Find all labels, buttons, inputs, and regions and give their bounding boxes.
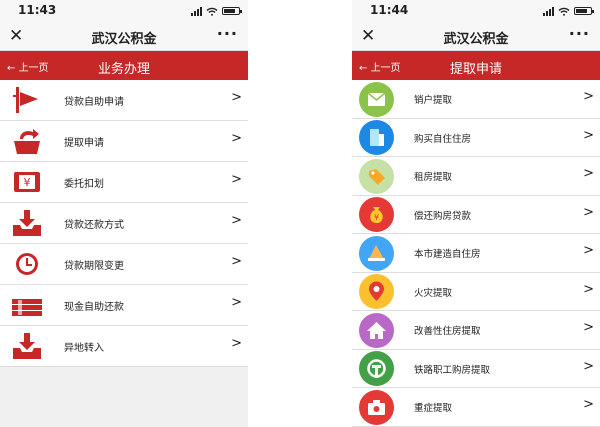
chevron-right-icon: > [583, 127, 594, 143]
menu-item-label: 租房提取 [414, 172, 453, 183]
flag-icon [13, 87, 38, 113]
menu-item-withdraw-apply[interactable]: 提取申请 > [0, 121, 248, 162]
menu-item-repay-method[interactable]: 贷款还款方式 > [0, 203, 248, 244]
construction-icon [359, 235, 394, 271]
clock-icon [16, 253, 38, 275]
menu-item-label: 铁路职工购房提取 [414, 364, 491, 376]
menu-item-label: 贷款期限变更 [64, 261, 124, 272]
svg-text:¥: ¥ [374, 213, 379, 222]
money-bag-icon: ¥ [359, 197, 394, 232]
menu-item-entrust-debit[interactable]: ¥ 委托扣划 > [0, 162, 248, 203]
menu-item-label: 偿还购房贷款 [414, 210, 472, 222]
tag-icon [359, 158, 394, 194]
house-icon [359, 312, 394, 348]
chevron-right-icon: > [583, 166, 594, 181]
chevron-right-icon: > [583, 204, 594, 220]
menu-item-close-account[interactable]: 销户提取 > [352, 80, 600, 119]
menu-item-label: 购买自住住房 [414, 133, 472, 145]
building-icon [359, 120, 394, 155]
money-stack-icon [12, 299, 42, 316]
menu-item-label: 委托扣划 [64, 179, 104, 190]
title-bar: ✕ 武汉公积金 ··· [0, 22, 248, 51]
menu-item-remote-transfer[interactable]: 异地转入 > [0, 326, 248, 367]
business-menu: 贷款自助申请 > 提取申请 > ¥ 委托扣划 > 贷款还款方式 > 贷款期限变更… [0, 80, 248, 367]
wifi-icon [206, 7, 218, 16]
menu-item-improve-housing[interactable]: 改善性住房提取 > [352, 311, 600, 350]
chevron-right-icon: > [231, 172, 242, 187]
status-icons [191, 6, 242, 16]
page-title: 业务办理 [97, 62, 150, 77]
fire-pin-icon [359, 274, 394, 309]
status-bar: 11:43 [0, 0, 248, 22]
chevron-right-icon: > [583, 281, 594, 297]
app-title: 武汉公积金 [91, 32, 157, 47]
chevron-right-icon: > [231, 213, 242, 228]
more-menu-icon[interactable]: ··· [569, 24, 590, 43]
menu-item-repay-mortgage[interactable]: ¥ 偿还购房贷款 > [352, 196, 600, 234]
menu-item-rent[interactable]: 租房提取 > [352, 157, 600, 196]
withdraw-menu: 销户提取 > 购买自住住房 > 租房提取 > ¥ 偿还购房贷款 > 本市建造自住… [352, 80, 600, 427]
app-title: 武汉公积金 [443, 32, 509, 47]
right-screen: 11:44 ✕ 武汉公积金 ··· ← 上一页 提取申请 销户提取 > 购买自住… [352, 0, 600, 427]
box-out-icon [14, 129, 40, 154]
page-title: 提取申请 [449, 62, 502, 77]
medical-kit-icon [359, 389, 394, 425]
signal-icon [543, 6, 554, 16]
chevron-right-icon: > [583, 397, 594, 412]
status-time: 11:44 [370, 3, 409, 17]
menu-item-label: 提取申请 [64, 138, 104, 149]
menu-item-label: 重症提取 [414, 403, 453, 414]
menu-item-term-change[interactable]: 贷款期限变更 > [0, 244, 248, 285]
menu-item-railway-staff[interactable]: 铁路职工购房提取 > [352, 350, 600, 388]
menu-item-label: 贷款自助申请 [64, 97, 124, 108]
status-icons [543, 6, 594, 16]
railway-icon [359, 351, 394, 386]
status-time: 11:43 [18, 3, 57, 17]
menu-item-label: 改善性住房提取 [414, 326, 481, 337]
signal-icon [191, 6, 202, 16]
chevron-right-icon: > [231, 295, 242, 310]
yen-card-icon: ¥ [14, 172, 40, 192]
menu-item-self-build[interactable]: 本市建造自住房 > [352, 234, 600, 273]
status-bar: 11:44 [352, 0, 600, 22]
battery-icon [574, 7, 594, 15]
page-header: ← 上一页 提取申请 [352, 51, 600, 80]
menu-item-serious-illness[interactable]: 重症提取 > [352, 388, 600, 427]
svg-text:¥: ¥ [24, 176, 31, 189]
menu-item-buy-home[interactable]: 购买自住住房 > [352, 119, 600, 157]
more-menu-icon[interactable]: ··· [217, 24, 238, 43]
menu-item-label: 异地转入 [64, 343, 104, 354]
title-bar: ✕ 武汉公积金 ··· [352, 22, 600, 51]
menu-item-fire[interactable]: 火灾提取 > [352, 273, 600, 311]
chevron-right-icon: > [583, 358, 594, 374]
menu-item-label: 火灾提取 [414, 287, 453, 299]
page-header: ← 上一页 业务办理 [0, 51, 248, 80]
chevron-right-icon: > [231, 254, 242, 269]
menu-item-label: 销户提取 [414, 95, 453, 106]
tray-download-icon [13, 210, 41, 236]
menu-item-label: 本市建造自住房 [414, 249, 481, 260]
wifi-icon [558, 7, 570, 16]
battery-icon [222, 7, 242, 15]
menu-item-label: 贷款还款方式 [64, 220, 124, 231]
chevron-right-icon: > [583, 243, 594, 258]
chevron-right-icon: > [583, 320, 594, 335]
left-screen: 11:43 ✕ 武汉公积金 ··· ← 上一页 业务办理 贷款自助申请 > 提取… [0, 0, 248, 427]
chevron-right-icon: > [231, 336, 242, 351]
chevron-right-icon: > [583, 89, 594, 104]
chevron-right-icon: > [231, 131, 242, 146]
menu-item-label: 现金自助还款 [64, 302, 124, 313]
chevron-right-icon: > [231, 90, 242, 105]
menu-item-cash-repay[interactable]: 现金自助还款 > [0, 285, 248, 326]
menu-item-loan-apply[interactable]: 贷款自助申请 > [0, 80, 248, 121]
tray-in-icon [13, 333, 41, 359]
mail-icon [359, 81, 394, 117]
